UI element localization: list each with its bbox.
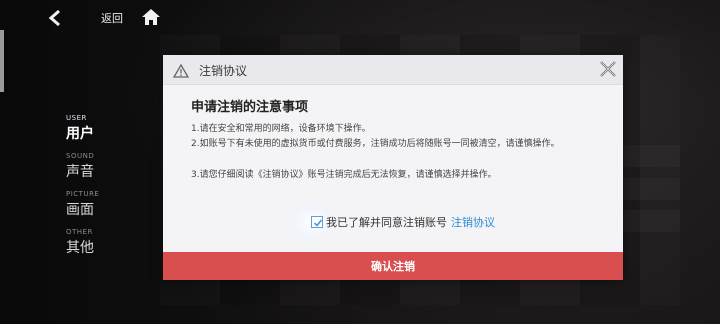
back-button[interactable]: 返回 — [101, 10, 123, 26]
confirm-cancel-button[interactable]: 确认注销 — [163, 252, 623, 280]
sidebar-item-en: PICTURE — [66, 190, 100, 198]
sidebar-item-sound[interactable]: SOUND 声音 — [66, 152, 94, 181]
agree-text: 我已了解并同意注销账号 — [326, 216, 447, 229]
notice-item: 1.请在安全和常用的网络，设备环境下操作。 — [191, 124, 371, 134]
notice-item: 2.如账号下有未使用的虚拟货币或付费服务，注销成功后将随账号一同被清空，请谨慎操… — [191, 139, 560, 149]
dialog-title: 注销协议 — [199, 64, 248, 78]
sidebar-item-picture[interactable]: PICTURE 画面 — [66, 190, 99, 219]
close-icon[interactable] — [597, 58, 619, 80]
notice-item: 3.请您仔细阅读《注销协议》账号注销完成后无法恢复，请谨慎选择并操作。 — [191, 170, 497, 180]
edge-tab — [0, 30, 4, 92]
dialog-header: 注销协议 — [163, 55, 623, 85]
sidebar-item-label: 画面 — [66, 202, 94, 218]
agree-row[interactable]: 我已了解并同意注销账号 注销协议 — [311, 214, 495, 230]
agreement-link[interactable]: 注销协议 — [451, 214, 495, 230]
sidebar-item-label: 其他 — [66, 240, 94, 256]
sidebar-item-other[interactable]: OTHER 其他 — [66, 228, 94, 257]
agree-checkbox[interactable] — [311, 216, 323, 228]
warning-icon — [172, 63, 190, 78]
back-arrow-icon[interactable] — [44, 7, 66, 29]
sidebar-item-label: 用户 — [66, 126, 94, 142]
sidebar-item-user[interactable]: USER 用户 — [66, 114, 94, 143]
sidebar-item-label: 声音 — [66, 164, 94, 180]
sidebar-item-en: SOUND — [66, 152, 95, 160]
notice-heading: 申请注销的注意事项 — [191, 100, 309, 115]
home-icon[interactable] — [141, 7, 161, 27]
cancel-account-dialog: 注销协议 申请注销的注意事项 1.请在安全和常用的网络，设备环境下操作。 2.如… — [163, 55, 623, 280]
checkmark-icon — [313, 219, 323, 227]
sidebar-item-en: USER — [66, 114, 87, 122]
sidebar-item-en: OTHER — [66, 228, 93, 236]
